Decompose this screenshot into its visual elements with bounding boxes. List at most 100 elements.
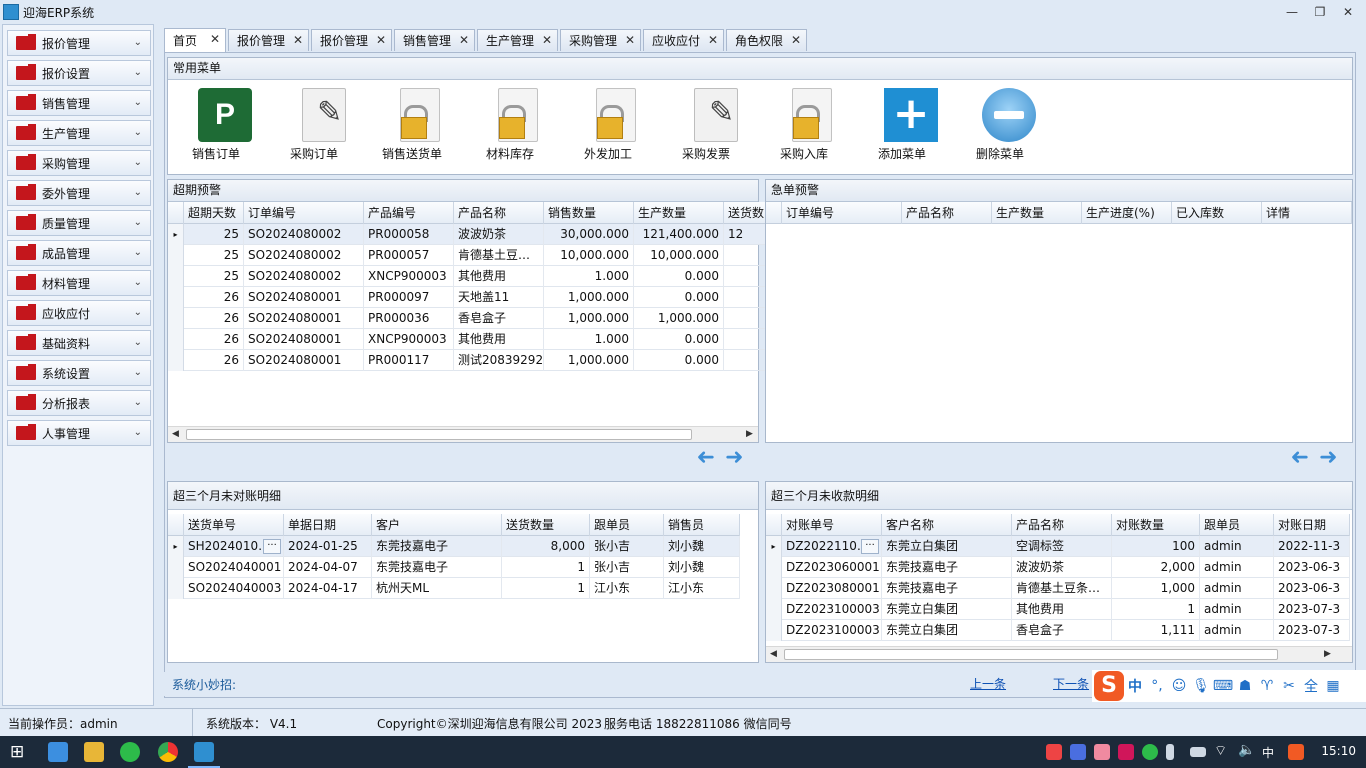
sidebar-item[interactable]: 分析报表 ⌄ xyxy=(7,390,151,416)
quick-menu-item[interactable]: + 添加菜单 xyxy=(860,84,944,162)
urgent-grid[interactable]: 订单编号 产品名称 生产数量 生产进度(%) 已入库数 详情 xyxy=(766,202,1352,442)
chevron-down-icon[interactable]: ⌄ xyxy=(134,397,142,408)
tab-item[interactable]: 角色权限 ✕ xyxy=(726,29,807,51)
chevron-down-icon[interactable]: ⌄ xyxy=(134,277,142,288)
quick-menu-item[interactable]: 外发加工 xyxy=(566,84,650,162)
chevron-down-icon[interactable]: ⌄ xyxy=(134,67,142,78)
column-header[interactable]: 超期天数 xyxy=(184,202,244,224)
row-header[interactable] xyxy=(168,287,184,308)
column-header[interactable]: 销售数量 xyxy=(544,202,634,224)
tab-item[interactable]: 应收应付 ✕ xyxy=(643,29,724,51)
tab-item[interactable]: 采购管理 ✕ xyxy=(560,29,641,51)
sidebar-item[interactable]: 成品管理 ⌄ xyxy=(7,240,151,266)
column-header[interactable]: 销售员 xyxy=(664,514,740,536)
chevron-down-icon[interactable]: ⌄ xyxy=(134,367,142,378)
column-header[interactable]: 详情 xyxy=(1262,202,1352,224)
quick-menu-item[interactable]: 采购订单 xyxy=(272,84,356,162)
minus-circle-icon[interactable] xyxy=(982,88,1036,142)
scissors-icon[interactable]: ✂ xyxy=(1278,678,1300,694)
emoji-icon[interactable]: ☺ xyxy=(1168,678,1190,694)
chevron-down-icon[interactable]: ⌄ xyxy=(134,217,142,228)
uncollected-hscrollbar[interactable]: ◀ ▶ xyxy=(766,646,1352,662)
battery-icon[interactable] xyxy=(1190,747,1206,757)
table-row[interactable]: SO2024040003 2024-04-17 杭州天ML 1 江小东 江小东 xyxy=(168,578,740,599)
column-header[interactable]: 生产数量 xyxy=(992,202,1082,224)
close-icon[interactable]: ✕ xyxy=(459,33,469,47)
column-header[interactable]: 产品名称 xyxy=(902,202,992,224)
tab-item[interactable]: 报价管理 ✕ xyxy=(311,29,392,51)
close-icon[interactable]: ✕ xyxy=(376,33,386,47)
column-header[interactable]: 送货单号 xyxy=(184,514,284,536)
column-header[interactable]: 跟单员 xyxy=(590,514,664,536)
row-selected-icon[interactable]: ▸ xyxy=(168,224,184,245)
tray-app-icon[interactable] xyxy=(1070,744,1086,760)
sidebar-item[interactable]: 应收应付 ⌄ xyxy=(7,300,151,326)
table-row[interactable]: 26 SO2024080001 PR000097 天地盖11 1,000.000 0.00… xyxy=(168,287,768,308)
table-row[interactable]: DZ2023100003 东莞立白集团 香皂盒子 1,111 admin 2023-07-… xyxy=(766,620,1350,641)
column-header[interactable]: 产品编号 xyxy=(364,202,454,224)
close-icon[interactable]: ✕ xyxy=(542,33,552,47)
close-icon[interactable]: ✕ xyxy=(708,33,718,47)
urgent-next-icon[interactable]: ➜ xyxy=(1319,447,1345,469)
chrome-icon[interactable] xyxy=(158,742,178,762)
table-row[interactable]: SO2024040001 2024-04-07 东莞技嘉电子 1 张小吉 刘小魏 xyxy=(168,557,740,578)
overdue-next-icon[interactable]: ➜ xyxy=(725,447,751,469)
scroll-right-icon[interactable]: ▶ xyxy=(746,429,753,439)
document-pen-icon[interactable] xyxy=(302,88,346,142)
keyboard-icon[interactable]: ⌨ xyxy=(1212,678,1234,694)
chevron-down-icon[interactable]: ⌄ xyxy=(134,187,142,198)
table-row[interactable]: ▸ DZ2022110… ··· 东莞立白集团 空调标签 100 admin 2022-11-… xyxy=(766,536,1350,557)
sidebar-item[interactable]: 采购管理 ⌄ xyxy=(7,150,151,176)
close-icon[interactable]: ✕ xyxy=(210,32,220,46)
row-header[interactable] xyxy=(766,620,782,641)
column-header[interactable]: 单据日期 xyxy=(284,514,372,536)
close-icon[interactable]: ✕ xyxy=(625,33,635,47)
clock[interactable]: 15:10 xyxy=(1321,744,1356,758)
document-pen-icon[interactable] xyxy=(694,88,738,142)
sidebar-item[interactable]: 销售管理 ⌄ xyxy=(7,90,151,116)
column-header[interactable]: 跟单员 xyxy=(1200,514,1274,536)
overdue-hscrollbar[interactable]: ◀ ▶ xyxy=(168,426,758,442)
plus-icon[interactable]: + xyxy=(884,88,938,142)
sidebar-item[interactable]: 委外管理 ⌄ xyxy=(7,180,151,206)
fullwidth-icon[interactable]: 全 xyxy=(1300,676,1322,696)
sidebar-item[interactable]: 报价管理 ⌄ xyxy=(7,30,151,56)
scroll-thumb[interactable] xyxy=(186,429,692,440)
quick-menu-item[interactable]: 采购发票 xyxy=(664,84,748,162)
table-row[interactable]: DZ2023100003 东莞立白集团 其他费用 1 admin 2023-07-3 xyxy=(766,599,1350,620)
sidebar-item[interactable]: 报价设置 ⌄ xyxy=(7,60,151,86)
quick-menu-item[interactable]: 删除菜单 xyxy=(958,84,1042,162)
ime-lang[interactable]: 中 xyxy=(1124,676,1146,696)
column-header[interactable]: 产品名称 xyxy=(454,202,544,224)
chevron-down-icon[interactable]: ⌄ xyxy=(134,127,142,138)
next-tip-link[interactable]: 下一条 xyxy=(1053,675,1089,692)
table-row[interactable]: ▸ 25 SO2024080002 PR000058 波波奶茶 30,000.000 121… xyxy=(168,224,768,245)
windows-start-icon[interactable]: ⊞ xyxy=(10,743,24,761)
sidebar-item[interactable]: 生产管理 ⌄ xyxy=(7,120,151,146)
row-header[interactable] xyxy=(168,557,184,578)
chevron-down-icon[interactable]: ⌄ xyxy=(134,157,142,168)
column-header[interactable]: 客户名称 xyxy=(882,514,1012,536)
scroll-thumb[interactable] xyxy=(784,649,1278,660)
table-row[interactable]: 26 SO2024080001 PR000117 测试20839292 1,000.00… xyxy=(168,350,768,371)
ellipsis-button[interactable]: ··· xyxy=(861,539,879,554)
table-row[interactable]: DZ2023080001 东莞技嘉电子 肯德基土豆条… 1,000 admin 2023-… xyxy=(766,578,1350,599)
chevron-down-icon[interactable]: ⌄ xyxy=(134,427,142,438)
sidebar-item[interactable]: 质量管理 ⌄ xyxy=(7,210,151,236)
ellipsis-button[interactable]: ··· xyxy=(263,539,281,554)
quick-menu-item[interactable]: 销售送货单 xyxy=(370,84,454,162)
column-header[interactable]: 生产数量 xyxy=(634,202,724,224)
row-header[interactable] xyxy=(168,350,184,371)
column-header[interactable]: 生产进度(%) xyxy=(1082,202,1172,224)
chevron-down-icon[interactable]: ⌄ xyxy=(134,97,142,108)
scroll-left-icon[interactable]: ◀ xyxy=(172,429,179,439)
tab-item[interactable]: 销售管理 ✕ xyxy=(394,29,475,51)
locked-document-icon[interactable] xyxy=(792,88,832,142)
urgent-prev-icon[interactable]: ➜ xyxy=(1283,445,1309,470)
column-header[interactable]: 对账日期 xyxy=(1274,514,1350,536)
quick-menu-item[interactable]: P 销售订单 xyxy=(174,84,258,162)
tab-item[interactable]: 报价管理 ✕ xyxy=(228,29,309,51)
punctuation-icon[interactable]: °, xyxy=(1146,678,1168,694)
column-header[interactable]: 订单编号 xyxy=(244,202,364,224)
scroll-right-icon[interactable]: ▶ xyxy=(1324,649,1331,659)
